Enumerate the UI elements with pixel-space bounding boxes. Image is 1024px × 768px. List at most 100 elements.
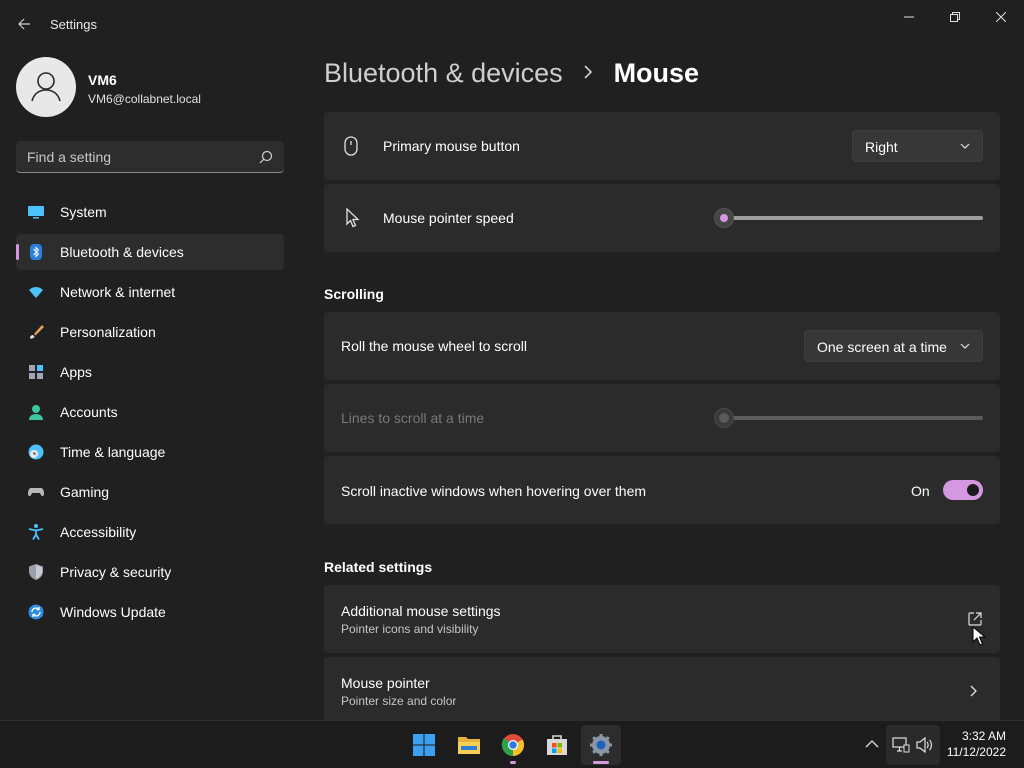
- lines-slider-track: [724, 416, 983, 420]
- related-settings-title: Related settings: [324, 559, 433, 575]
- chrome-icon: [501, 734, 524, 756]
- page-title: Mouse: [613, 58, 700, 88]
- wifi-icon: [29, 287, 43, 298]
- dropdown-value: One screen at a time: [817, 339, 947, 355]
- scroll-inactive-card: Scroll inactive windows when hovering ov…: [324, 456, 1000, 524]
- clock-globe-icon: [28, 444, 44, 460]
- toggle-state-label: On: [911, 483, 930, 499]
- search-input[interactable]: Find a setting: [16, 141, 284, 173]
- windows-start-icon: [413, 734, 435, 756]
- taskbar: [0, 720, 1024, 768]
- pointer-icon: [346, 208, 360, 228]
- sidebar-item-gaming[interactable]: Gaming: [16, 474, 284, 510]
- mouse-pointer-sub: Pointer size and color: [341, 694, 457, 708]
- mouse-cursor-icon: [972, 626, 986, 646]
- lines-to-scroll-card: Lines to scroll at a time: [324, 384, 1000, 452]
- restore-button[interactable]: [932, 6, 978, 28]
- sidebar-item-label: System: [60, 204, 107, 220]
- sidebar-item-label: Gaming: [60, 484, 110, 500]
- taskbar-start-button[interactable]: [404, 725, 444, 765]
- volume-icon: [916, 737, 932, 753]
- sidebar-item-label: Bluetooth & devices: [60, 244, 184, 260]
- sidebar-item-apps[interactable]: Apps: [16, 354, 284, 390]
- close-button[interactable]: [978, 6, 1024, 28]
- sidebar-item-label: Personalization: [60, 324, 156, 340]
- app-title: Settings: [50, 17, 97, 32]
- breadcrumb-separator: [567, 63, 609, 84]
- sidebar-item-accounts[interactable]: Accounts: [16, 394, 284, 430]
- shield-icon: [29, 564, 43, 580]
- sidebar-item-label: Apps: [60, 364, 92, 380]
- sidebar-item-time-language[interactable]: Time & language: [16, 434, 284, 470]
- close-icon: [995, 11, 1007, 23]
- taskbar-store[interactable]: [537, 725, 577, 765]
- chevron-right-icon: [584, 65, 593, 79]
- mouse-pointer-speed-label: Mouse pointer speed: [383, 210, 514, 226]
- sidebar-item-network[interactable]: Network & internet: [16, 274, 284, 310]
- mouse-pointer-speed-card: Mouse pointer speed: [324, 184, 1000, 252]
- taskbar-time[interactable]: 3:32 AM: [960, 729, 1006, 743]
- chevron-down-icon: [960, 343, 970, 349]
- sidebar-item-personalization[interactable]: Personalization: [16, 314, 284, 350]
- monitor-icon: [28, 206, 44, 219]
- taskbar-chrome[interactable]: [493, 725, 533, 765]
- mouse-icon: [344, 136, 358, 156]
- scrolling-section-title: Scrolling: [324, 286, 384, 302]
- primary-mouse-button-dropdown[interactable]: Right: [852, 130, 983, 162]
- person-icon: [29, 405, 43, 420]
- taskbar-file-explorer[interactable]: [449, 725, 489, 765]
- store-icon: [547, 735, 567, 755]
- taskbar-settings[interactable]: [581, 725, 621, 765]
- pointer-speed-slider-track[interactable]: [724, 216, 983, 220]
- sidebar-item-privacy-security[interactable]: Privacy & security: [16, 554, 284, 590]
- sidebar-item-label: Privacy & security: [60, 564, 172, 580]
- sidebar-nav: System Bluetooth & devices Network & int…: [16, 194, 284, 634]
- taskbar-date[interactable]: 11/12/2022: [946, 745, 1006, 759]
- scroll-inactive-toggle[interactable]: [943, 480, 983, 500]
- primary-mouse-button-label: Primary mouse button: [383, 138, 520, 154]
- additional-mouse-settings-link[interactable]: Additional mouse settings Pointer icons …: [324, 585, 1000, 653]
- dropdown-value: Right: [865, 139, 898, 155]
- update-icon: [28, 604, 44, 620]
- user-name: VM6: [88, 72, 117, 88]
- back-arrow-icon: [18, 18, 30, 30]
- sidebar-item-label: Windows Update: [60, 604, 166, 620]
- additional-mouse-settings-sub: Pointer icons and visibility: [341, 622, 479, 636]
- minimize-icon: [904, 16, 914, 18]
- sidebar-item-system[interactable]: System: [16, 194, 284, 230]
- bluetooth-icon: [30, 244, 42, 260]
- search-icon: [259, 150, 273, 164]
- lines-to-scroll-label: Lines to scroll at a time: [341, 410, 485, 426]
- network-icon: [892, 737, 910, 753]
- sidebar-item-bluetooth-devices[interactable]: Bluetooth & devices: [16, 234, 284, 270]
- primary-mouse-button-card: Primary mouse button Right: [324, 112, 1000, 180]
- sidebar-item-windows-update[interactable]: Windows Update: [16, 594, 284, 630]
- mouse-pointer-label: Mouse pointer: [341, 675, 430, 691]
- gamepad-icon: [28, 488, 44, 497]
- sidebar-item-label: Accessibility: [60, 524, 137, 540]
- user-profile[interactable]: VM6 VM6@collabnet.local: [16, 57, 286, 117]
- pointer-speed-slider-thumb[interactable]: [714, 208, 734, 228]
- sidebar-item-label: Accounts: [60, 404, 118, 420]
- accessibility-icon: [28, 524, 44, 540]
- minimize-button[interactable]: [886, 6, 932, 28]
- roll-wheel-dropdown[interactable]: One screen at a time: [804, 330, 983, 362]
- lines-slider-thumb: [714, 408, 734, 428]
- restore-icon: [950, 12, 960, 22]
- roll-wheel-label: Roll the mouse wheel to scroll: [341, 338, 527, 354]
- user-avatar-icon: [16, 57, 76, 117]
- paintbrush-icon: [30, 325, 44, 339]
- sidebar-item-accessibility[interactable]: Accessibility: [16, 514, 284, 550]
- sidebar-item-label: Time & language: [60, 444, 166, 460]
- chevron-up-icon[interactable]: [865, 739, 879, 749]
- back-button[interactable]: [10, 10, 38, 38]
- breadcrumb-parent[interactable]: Bluetooth & devices: [324, 58, 563, 88]
- roll-wheel-card: Roll the mouse wheel to scroll One scree…: [324, 312, 1000, 380]
- title-bar: Settings: [0, 0, 1024, 48]
- quick-settings-tray[interactable]: [886, 725, 940, 765]
- mouse-pointer-link[interactable]: Mouse pointer Pointer size and color: [324, 657, 1000, 725]
- sidebar-item-label: Network & internet: [60, 284, 176, 300]
- scroll-inactive-label: Scroll inactive windows when hovering ov…: [341, 483, 647, 499]
- search-placeholder: Find a setting: [27, 149, 112, 165]
- breadcrumb: Bluetooth & devices Mouse: [324, 58, 699, 94]
